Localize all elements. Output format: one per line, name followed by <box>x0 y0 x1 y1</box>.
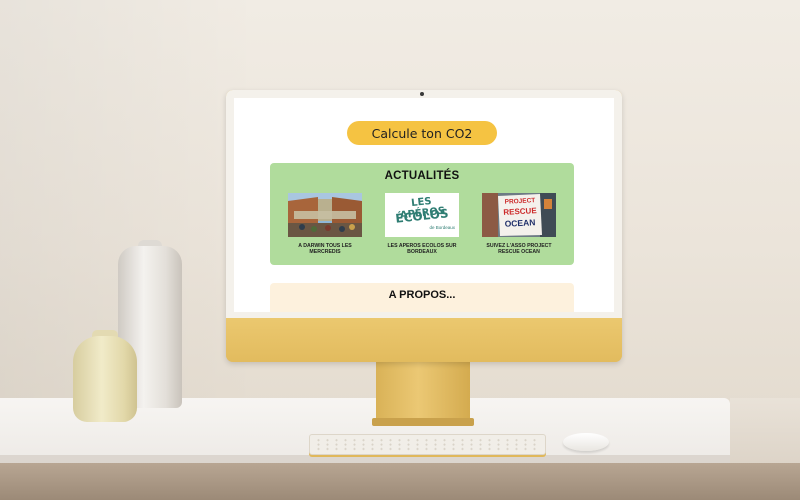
monitor-stand-foot <box>372 418 474 426</box>
news-card-aperos[interactable]: LES APÉROS ÉCOLOS de Bordeaux LES APEROS… <box>382 193 462 256</box>
camera-icon <box>420 92 424 96</box>
logo-line-3: de Bordeaux <box>429 225 455 230</box>
keyboard-keys <box>314 438 541 451</box>
mouse <box>563 433 609 451</box>
website-screen: Calcule ton CO2 ACTUALITÉS A DARWIN TOUS… <box>234 98 614 312</box>
news-title: ACTUALITÉS <box>384 170 460 182</box>
calculate-co2-button[interactable]: Calcule ton CO2 <box>347 121 497 145</box>
monitor-stand <box>376 362 470 422</box>
about-title[interactable]: A PROPOS... <box>270 289 574 301</box>
news-card-caption: LES APEROS ECOLOS SUR BORDEAUX <box>387 243 457 256</box>
small-vase <box>73 336 137 422</box>
project-rescue-ocean-sign[interactable]: PROJECT RESCUE OCEAN <box>482 193 556 237</box>
news-card-caption: SUIVEZ L'ASSO PROJECT RESCUE OCEAN <box>486 243 552 256</box>
news-card-rescue-ocean[interactable]: PROJECT RESCUE OCEAN SUIVEZ L'ASSO PROJE… <box>479 193 559 256</box>
news-card-caption: A DARWIN TOUS LES MERCREDIS <box>298 243 352 256</box>
aperos-ecolos-logo[interactable]: LES APÉROS ÉCOLOS de Bordeaux <box>385 193 459 237</box>
desk-edge <box>0 455 730 463</box>
monitor-chin <box>226 318 622 362</box>
darwin-terrace-photo[interactable] <box>288 193 362 237</box>
background-floor <box>730 398 800 463</box>
about-section: A PROPOS... <box>270 283 574 312</box>
keyboard <box>309 434 546 455</box>
floor <box>0 463 800 500</box>
sign-line-3: OCEAN <box>504 217 536 229</box>
news-card-darwin[interactable]: A DARWIN TOUS LES MERCREDIS <box>285 193 365 256</box>
news-section: ACTUALITÉS A DARWIN TOUS LES MERCREDIS L… <box>270 163 574 265</box>
